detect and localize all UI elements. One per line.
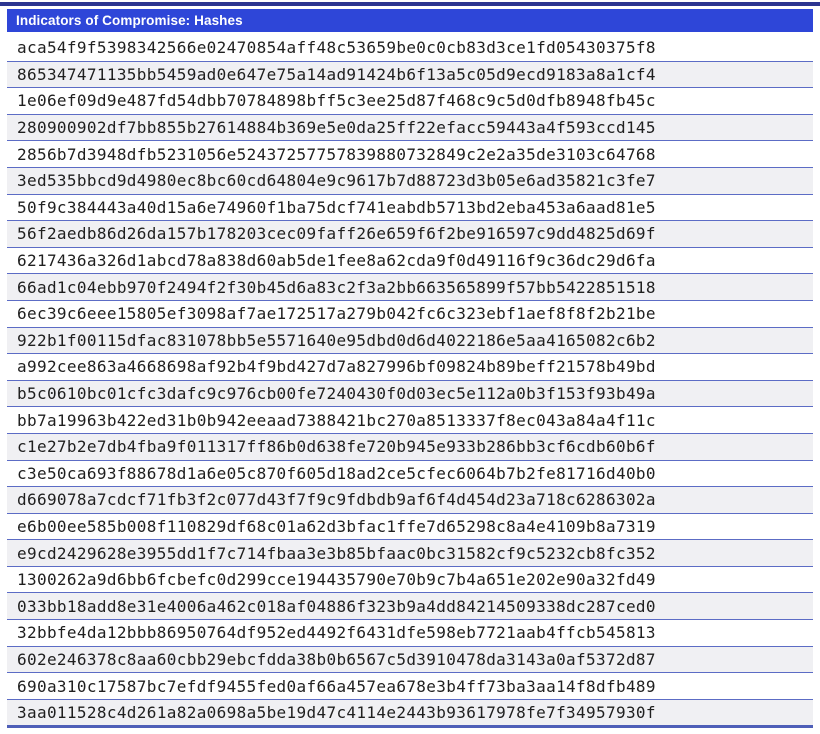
hash-row: 56f2aedb86d26da157b178203cec09faff26e659…	[7, 221, 813, 248]
hash-row: c3e50ca693f88678d1a6e05c870f605d18ad2ce5…	[7, 461, 813, 488]
hash-row: 922b1f00115dfac831078bb5e5571640e95dbd0d…	[7, 328, 813, 355]
hash-row-list: aca54f9f5398342566e02470854aff48c53659be…	[7, 35, 813, 728]
hash-row: d669078a7cdcf71fb3f2c077d43f7f9c9fdbdb9a…	[7, 487, 813, 514]
hash-row: c1e27b2e7db4fba9f011317ff86b0d638fe720b9…	[7, 434, 813, 461]
hash-value: 033bb18add8e31e4006a462c018af04886f323b9…	[17, 597, 656, 616]
hash-row: e9cd2429628e3955dd1f7c714fbaa3e3b85bfaac…	[7, 540, 813, 567]
hash-row: 690a310c17587bc7efdf9455fed0af66a457ea67…	[7, 673, 813, 700]
hash-value: e9cd2429628e3955dd1f7c714fbaa3e3b85bfaac…	[17, 544, 656, 563]
hash-row: 66ad1c04ebb970f2494f2f30b45d6a83c2f3a2bb…	[7, 274, 813, 301]
hash-value: 922b1f00115dfac831078bb5e5571640e95dbd0d…	[17, 331, 656, 350]
hash-value: 1300262a9d6bb6fcbefc0d299cce194435790e70…	[17, 570, 656, 589]
hash-value: e6b00ee585b008f110829df68c01a62d3bfac1ff…	[17, 517, 656, 536]
hash-row: 280900902df7bb855b27614884b369e5e0da25ff…	[7, 115, 813, 142]
hash-row: 3aa011528c4d261a82a0698a5be19d47c4114e24…	[7, 700, 813, 729]
hash-row: 033bb18add8e31e4006a462c018af04886f323b9…	[7, 593, 813, 620]
hash-value: 3ed535bbcd9d4980ec8bc60cd64804e9c9617b7d…	[17, 171, 656, 190]
hash-row: 6217436a326d1abcd78a838d60ab5de1fee8a62c…	[7, 248, 813, 275]
hash-row: 50f9c384443a40d15a6e74960f1ba75dcf741eab…	[7, 195, 813, 222]
table-title: Indicators of Compromise: Hashes	[16, 13, 243, 28]
hash-value: 56f2aedb86d26da157b178203cec09faff26e659…	[17, 224, 656, 243]
hash-value: 865347471135bb5459ad0e647e75a14ad91424b6…	[17, 65, 656, 84]
hash-row: bb7a19963b422ed31b0b942eeaad7388421bc270…	[7, 407, 813, 434]
hash-row: b5c0610bc01cfc3dafc9c976cb00fe7240430f0d…	[7, 381, 813, 408]
hash-value: 32bbfe4da12bbb86950764df952ed4492f6431df…	[17, 623, 656, 642]
ioc-hash-table: Indicators of Compromise: Hashes aca54f9…	[7, 9, 813, 728]
hash-row: 3ed535bbcd9d4980ec8bc60cd64804e9c9617b7d…	[7, 168, 813, 195]
hash-row: 32bbfe4da12bbb86950764df952ed4492f6431df…	[7, 620, 813, 647]
table-header: Indicators of Compromise: Hashes	[7, 9, 813, 32]
hash-row: 2856b7d3948dfb5231056e524372577578398807…	[7, 141, 813, 168]
hash-value: aca54f9f5398342566e02470854aff48c53659be…	[17, 38, 656, 57]
hash-value: c3e50ca693f88678d1a6e05c870f605d18ad2ce5…	[17, 464, 656, 483]
hash-row: 1e06ef09d9e487fd54dbb70784898bff5c3ee25d…	[7, 88, 813, 115]
hash-value: 6217436a326d1abcd78a838d60ab5de1fee8a62c…	[17, 251, 656, 270]
hash-value: bb7a19963b422ed31b0b942eeaad7388421bc270…	[17, 411, 656, 430]
hash-row: 6ec39c6eee15805ef3098af7ae172517a279b042…	[7, 301, 813, 328]
hash-value: 66ad1c04ebb970f2494f2f30b45d6a83c2f3a2bb…	[17, 278, 656, 297]
hash-value: c1e27b2e7db4fba9f011317ff86b0d638fe720b9…	[17, 437, 656, 456]
hash-value: 6ec39c6eee15805ef3098af7ae172517a279b042…	[17, 304, 656, 323]
hash-row: e6b00ee585b008f110829df68c01a62d3bfac1ff…	[7, 514, 813, 541]
hash-value: 690a310c17587bc7efdf9455fed0af66a457ea67…	[17, 677, 656, 696]
ioc-hash-table-page: Indicators of Compromise: Hashes aca54f9…	[0, 0, 820, 734]
hash-value: d669078a7cdcf71fb3f2c077d43f7f9c9fdbdb9a…	[17, 490, 656, 509]
hash-row: a992cee863a4668698af92b4f9bd427d7a827996…	[7, 354, 813, 381]
hash-value: b5c0610bc01cfc3dafc9c976cb00fe7240430f0d…	[17, 384, 656, 403]
hash-row: 865347471135bb5459ad0e647e75a14ad91424b6…	[7, 62, 813, 89]
hash-value: a992cee863a4668698af92b4f9bd427d7a827996…	[17, 357, 656, 376]
hash-row: aca54f9f5398342566e02470854aff48c53659be…	[7, 35, 813, 62]
hash-value: 1e06ef09d9e487fd54dbb70784898bff5c3ee25d…	[17, 91, 656, 110]
hash-value: 50f9c384443a40d15a6e74960f1ba75dcf741eab…	[17, 198, 656, 217]
hash-value: 2856b7d3948dfb5231056e524372577578398807…	[17, 145, 656, 164]
hash-row: 602e246378c8aa60cbb29ebcfdda38b0b6567c5d…	[7, 647, 813, 674]
hash-row: 1300262a9d6bb6fcbefc0d299cce194435790e70…	[7, 567, 813, 594]
hash-value: 602e246378c8aa60cbb29ebcfdda38b0b6567c5d…	[17, 650, 656, 669]
hash-value: 3aa011528c4d261a82a0698a5be19d47c4114e24…	[17, 703, 656, 722]
hash-value: 280900902df7bb855b27614884b369e5e0da25ff…	[17, 118, 656, 137]
top-border-line	[0, 2, 820, 6]
